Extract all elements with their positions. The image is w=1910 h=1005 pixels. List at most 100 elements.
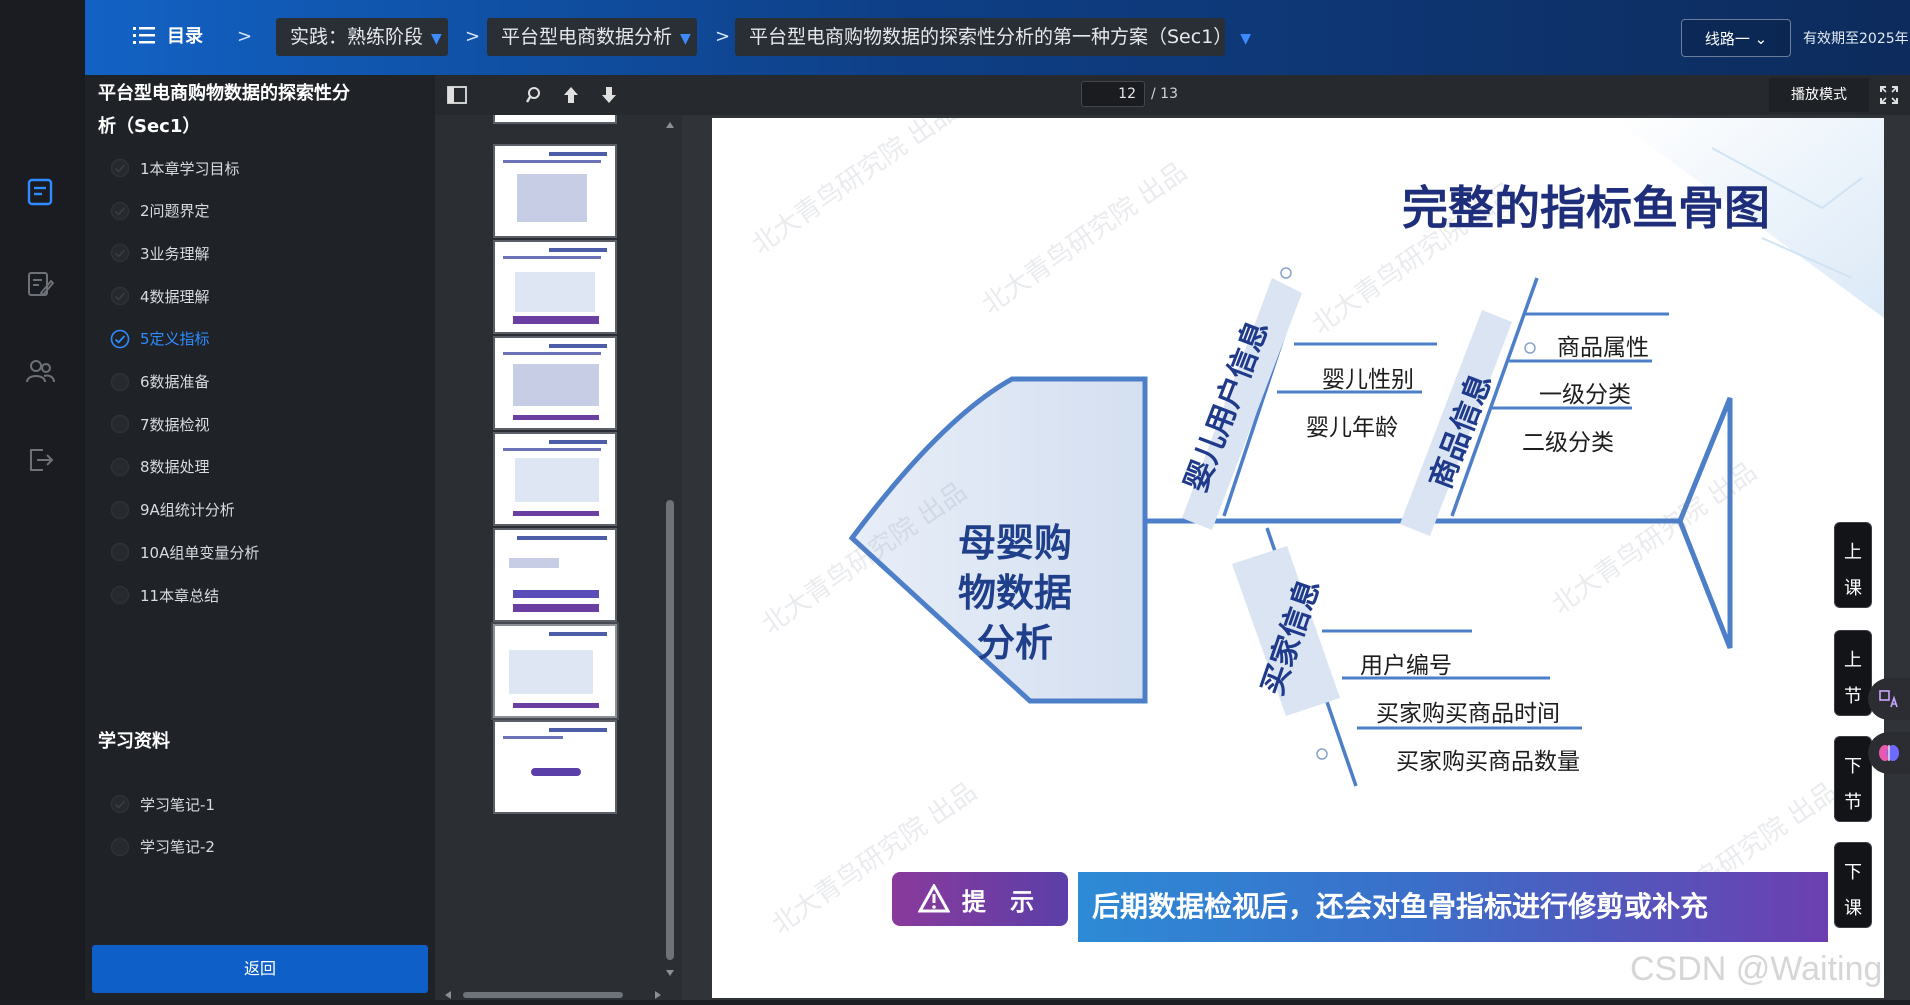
toc-item[interactable]: 9A组统计分析	[110, 494, 235, 526]
breadcrumb-separator: >	[715, 26, 731, 47]
toc-item-label: 10A组单变量分析	[140, 543, 260, 562]
page-total: / 13	[1151, 86, 1178, 102]
hint-badge: 提 示	[892, 872, 1068, 926]
check-circle-icon	[110, 286, 130, 306]
toc-item[interactable]: 11本章总结	[110, 579, 219, 611]
toc-item-label: 学习笔记-2	[140, 838, 215, 857]
pdf-toolbar: 12 / 13 播放模式	[435, 75, 1910, 115]
hint-text: 后期数据检视后，还会对鱼骨指标进行修剪或补充	[1078, 872, 1828, 942]
back-button[interactable]: 返回	[92, 945, 428, 993]
toc-item-label: 2问题界定	[140, 202, 210, 221]
toc-item-label: 11本章总结	[140, 586, 220, 605]
route-select[interactable]: 线路一 ⌄	[1681, 19, 1791, 57]
breadcrumb-separator: >	[465, 26, 481, 47]
scroll-up-icon[interactable]	[665, 120, 675, 130]
csdn-watermark: CSDN @Waiting	[1630, 950, 1883, 988]
page-thumbnail[interactable]	[493, 240, 617, 334]
toc-item-label: 9A组统计分析	[140, 501, 235, 520]
toc-item[interactable]: 7数据检视	[110, 408, 210, 440]
empty-circle-icon	[110, 542, 130, 562]
page-thumbnail[interactable]	[493, 144, 617, 238]
page-thumbnail[interactable]	[493, 720, 617, 814]
toc-item[interactable]: 学习笔记-1	[110, 788, 215, 820]
left-rail	[0, 0, 86, 1000]
edit-note-icon[interactable]	[24, 268, 56, 300]
toc-item[interactable]: 4数据理解	[110, 280, 210, 312]
breadcrumb-course[interactable]: 平台型电商数据分析 ▼	[487, 18, 697, 56]
fishbone-item: 二级分类	[1522, 430, 1614, 456]
page-thumbnail[interactable]	[493, 528, 617, 622]
fishbone-item: 婴儿年龄	[1306, 415, 1398, 441]
toc-item[interactable]: 学习笔记-2	[110, 831, 215, 863]
validity-text: 有效期至2025年10月5日	[1803, 31, 1910, 47]
sidebar-toggle-icon[interactable]	[445, 83, 469, 107]
empty-circle-icon	[110, 457, 130, 477]
thumbnail-scrollbar[interactable]	[665, 120, 675, 980]
empty-circle-icon	[110, 414, 130, 434]
toc-item[interactable]: 1本章学习目标	[110, 152, 240, 184]
check-circle-icon	[110, 243, 130, 263]
scroll-down-icon[interactable]	[665, 968, 675, 978]
check-circle-icon	[110, 329, 130, 349]
toc-item[interactable]: 5定义指标	[110, 323, 210, 355]
toc-item[interactable]: 8数据处理	[110, 451, 210, 483]
fishbone-item: 一级分类	[1539, 382, 1631, 408]
page-thumbnail[interactable]	[493, 432, 617, 526]
scrollbar-thumb[interactable]	[666, 500, 674, 960]
toc-item[interactable]: 6数据准备	[110, 366, 210, 398]
brain-icon[interactable]	[1868, 732, 1910, 774]
toc-item-label: 7数据检视	[140, 415, 210, 434]
page-thumbnail[interactable]	[493, 336, 617, 430]
chevron-down-icon: ⌄	[1754, 30, 1768, 48]
exit-icon[interactable]	[24, 444, 56, 476]
toc-item[interactable]: 2问题界定	[110, 195, 210, 227]
warning-icon	[917, 884, 950, 913]
search-icon[interactable]	[523, 83, 547, 107]
empty-circle-icon	[110, 500, 130, 520]
toc-item-label: 6数据准备	[140, 373, 210, 391]
caret-down-icon: ▼	[680, 31, 691, 47]
next-lesson-button[interactable]: 下课	[1834, 842, 1872, 928]
toc-panel: 平台型电商购物数据的探索性分析（Sec1） 1本章学习目标 2问题界定 3业务理解 4…	[85, 75, 435, 1000]
breadcrumb-lesson[interactable]: 平台型电商购物数据的探索性分析的第一种方案（Sec1） ▼	[735, 18, 1251, 56]
toc-item[interactable]: 10A组单变量分析	[110, 536, 259, 568]
document-icon[interactable]	[24, 176, 56, 208]
slide-title: 完整的指标鱼骨图	[1402, 181, 1770, 235]
page-thumbnail-current[interactable]	[491, 622, 619, 720]
catalog-button[interactable]: 目录	[133, 22, 203, 48]
toc-item-label: 5定义指标	[140, 330, 210, 349]
toc-item-label: 4数据理解	[140, 287, 210, 306]
toc-item-label: 1本章学习目标	[140, 159, 240, 178]
prev-lesson-button[interactable]: 上课	[1834, 522, 1872, 608]
fishbone-item: 买家购买商品时间	[1376, 701, 1560, 727]
check-circle-icon	[110, 158, 130, 178]
fishbone-item: 买家购买商品数量	[1396, 749, 1580, 775]
check-circle-icon	[110, 794, 130, 814]
fishbone-item: 商品属性	[1557, 335, 1649, 361]
empty-circle-icon	[110, 585, 130, 605]
next-section-button[interactable]: 下节	[1834, 736, 1872, 822]
play-mode-button[interactable]: 播放模式	[1769, 78, 1869, 112]
page-number-input[interactable]: 12	[1081, 81, 1145, 107]
arrow-up-icon[interactable]	[559, 83, 583, 107]
toc-item-label: 8数据处理	[140, 458, 210, 477]
toc-item[interactable]: 3业务理解	[110, 237, 210, 269]
catalog-label: 目录	[167, 26, 203, 47]
prev-section-button[interactable]: 上节	[1834, 630, 1872, 716]
fishbone-head-label: 母婴购物数据分析	[957, 521, 1072, 665]
breadcrumb-separator: >	[237, 26, 253, 47]
fullscreen-icon[interactable]	[1877, 83, 1901, 107]
slide-page: 北大青鸟研究院 出品 北大青鸟研究院 出品 北大青鸟研究院 出品 北大青鸟研究院…	[712, 118, 1884, 998]
caret-down-icon: ▼	[431, 31, 442, 47]
empty-circle-icon	[110, 837, 130, 857]
list-icon	[133, 27, 155, 44]
arrow-down-icon[interactable]	[597, 83, 621, 107]
fishbone-item: 用户编号	[1360, 653, 1452, 679]
translate-icon[interactable]	[1868, 678, 1910, 720]
check-circle-icon	[110, 201, 130, 221]
group-icon[interactable]	[24, 356, 56, 388]
horizontal-scrollbar[interactable]	[443, 986, 663, 999]
breadcrumb-stage[interactable]: 实践：熟练阶段 ▼	[276, 18, 448, 56]
top-bar: 目录 > 实践：熟练阶段 ▼ > 平台型电商数据分析 ▼ > 平台型电商购物数据的探…	[85, 0, 1910, 75]
empty-circle-icon	[110, 372, 130, 392]
